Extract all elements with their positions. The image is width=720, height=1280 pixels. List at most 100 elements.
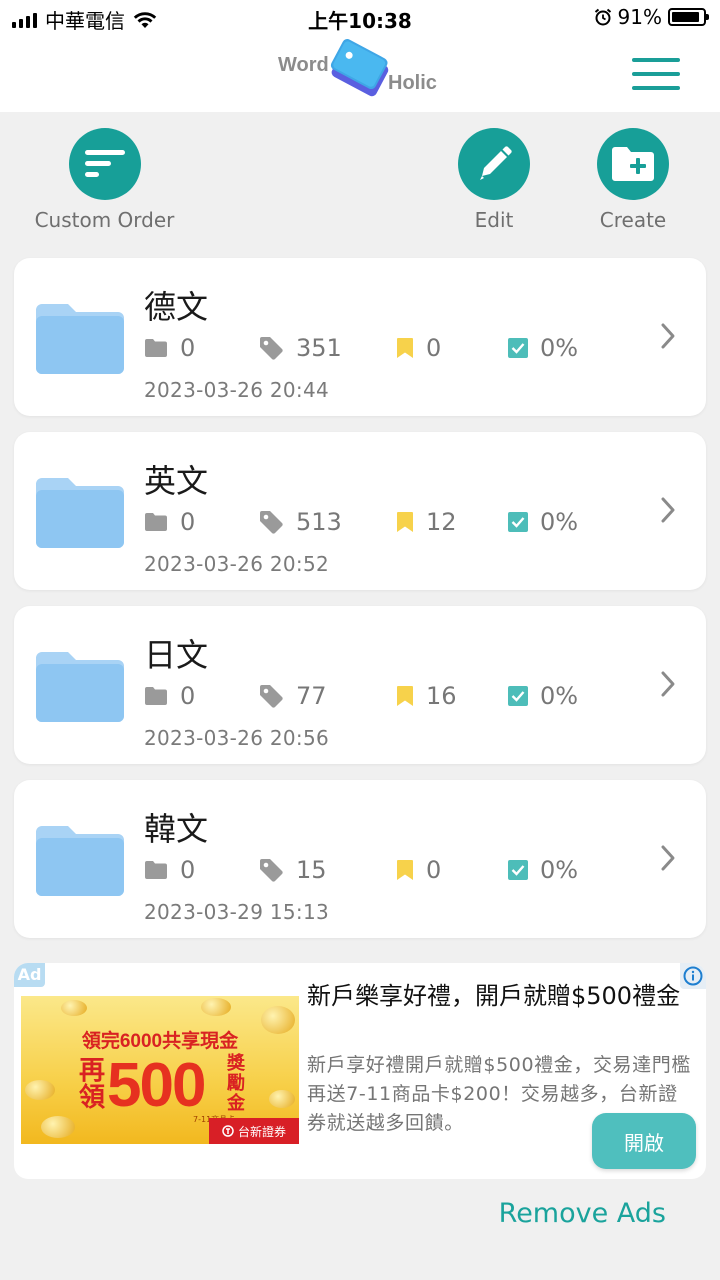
folder-date: 2023-03-26 20:56 (144, 726, 330, 750)
tag-icon (260, 859, 283, 882)
ad-open-button[interactable]: 開啟 (592, 1113, 696, 1169)
battery-icon (668, 8, 709, 26)
subfolder-count: 0 (144, 334, 195, 362)
folder-title: 韓文 (144, 810, 209, 848)
create-folder-icon (597, 128, 669, 200)
chevron-right-icon[interactable] (660, 670, 676, 698)
app-logo: Word Holic (278, 38, 444, 110)
logo-holic-text: Holic (388, 72, 437, 94)
progress-stat: 0% (508, 508, 578, 536)
tag-logo-icon (330, 39, 389, 97)
folder-small-icon (145, 687, 167, 705)
tag-icon (260, 511, 283, 534)
checkbox-icon (508, 860, 528, 880)
word-count-value: 77 (296, 682, 327, 710)
status-right: 91% (594, 5, 709, 29)
bookmark-count-value: 0 (426, 334, 442, 362)
subfolder-count-value: 0 (180, 856, 196, 884)
subfolder-count: 0 (144, 682, 195, 710)
ad-headline[interactable]: 新戶樂享好禮，開戶就贈$500禮金 (307, 979, 687, 1013)
progress-value: 0% (540, 334, 579, 362)
folder-date: 2023-03-29 15:13 (144, 900, 330, 924)
bookmark-count-value: 12 (426, 508, 457, 536)
checkbox-icon (508, 512, 528, 532)
ad-banner-image[interactable]: 領完6000共享現金 再領 500 獎勵金 7-11商品卡 台新證券 (21, 996, 299, 1144)
word-count: 513 (258, 508, 342, 536)
bookmark-icon (397, 860, 413, 880)
banner-brand: 台新證券 (209, 1118, 299, 1144)
sort-icon (68, 128, 141, 200)
folder-small-icon (145, 339, 167, 357)
progress-stat: 0% (508, 334, 578, 362)
remove-ads-link[interactable]: Remove Ads (499, 1198, 666, 1229)
bookmark-count-value: 0 (426, 856, 442, 884)
subfolder-count-value: 0 (180, 334, 196, 362)
chevron-right-icon[interactable] (660, 496, 676, 524)
checkbox-icon (508, 338, 528, 358)
bookmark-count: 16 (396, 682, 457, 710)
ad-badge: Ad (14, 963, 45, 987)
banner-brand-text: 台新證券 (237, 1124, 286, 1139)
folder-card[interactable]: 日文 0 77 16 0% 2023-03-26 20:56 (14, 606, 706, 764)
subfolder-count-value: 0 (180, 508, 196, 536)
folder-icon (36, 826, 124, 896)
edit-button[interactable]: Edit (456, 128, 532, 232)
folder-card[interactable]: 韓文 0 15 0 0% 2023-03-29 15:13 (14, 780, 706, 938)
folder-icon (36, 478, 124, 548)
bookmark-icon (397, 686, 413, 706)
tag-icon (260, 685, 283, 708)
subfolder-count-value: 0 (180, 682, 196, 710)
custom-order-label: Custom Order (34, 208, 175, 232)
folder-icon (36, 304, 124, 374)
logo-word-text: Word (278, 54, 329, 76)
brand-logo-icon (222, 1125, 234, 1137)
folder-date: 2023-03-26 20:44 (144, 378, 330, 402)
word-count-value: 15 (296, 856, 327, 884)
folder-title: 日文 (144, 636, 209, 674)
banner-zai-text: 再領 (78, 1056, 105, 1113)
bookmark-count: 0 (396, 856, 441, 884)
app-header: Word Holic (0, 36, 720, 112)
word-count: 351 (258, 334, 342, 362)
folder-title: 英文 (144, 462, 209, 500)
folder-small-icon (145, 513, 167, 531)
progress-value: 0% (540, 682, 579, 710)
progress-value: 0% (540, 856, 579, 884)
action-bar: Custom Order Edit Create (0, 112, 720, 252)
folder-card[interactable]: 英文 0 513 12 0% 2023-03-26 20:52 (14, 432, 706, 590)
folder-card[interactable]: 德文 0 351 0 0% 2023-03-26 20:44 (14, 258, 706, 416)
word-count-value: 351 (296, 334, 342, 362)
folder-small-icon (145, 861, 167, 879)
banner-reward-text: 獎勵金 (227, 1053, 245, 1114)
status-bar: 中華電信 上午10:38 91% (0, 0, 720, 36)
ad-card[interactable]: Ad 領完6000共享現金 再領 500 獎勵金 7-11商品卡 台新證券 新戶… (14, 963, 706, 1179)
progress-stat: 0% (508, 856, 578, 884)
chevron-right-icon[interactable] (660, 322, 676, 350)
bookmark-icon (397, 512, 413, 532)
word-count: 15 (258, 856, 327, 884)
hamburger-menu-icon[interactable] (632, 58, 680, 90)
word-count-value: 513 (296, 508, 342, 536)
chevron-right-icon[interactable] (660, 844, 676, 872)
subfolder-count: 0 (144, 508, 195, 536)
battery-percent: 91% (617, 5, 662, 29)
alarm-icon (594, 8, 611, 26)
progress-value: 0% (540, 508, 579, 536)
tag-icon (260, 337, 283, 360)
subfolder-count: 0 (144, 856, 195, 884)
folder-date: 2023-03-26 20:52 (144, 552, 330, 576)
word-count: 77 (258, 682, 327, 710)
progress-stat: 0% (508, 682, 578, 710)
create-button[interactable]: Create (592, 128, 674, 232)
folder-icon (36, 652, 124, 722)
bookmark-count: 12 (396, 508, 457, 536)
folder-title: 德文 (144, 288, 209, 326)
banner-headline: 領完6000共享現金 (81, 1031, 239, 1052)
banner-amount: 500 (107, 1051, 206, 1120)
checkbox-icon (508, 686, 528, 706)
pencil-icon (458, 128, 530, 200)
bookmark-icon (397, 338, 413, 358)
edit-label: Edit (474, 208, 514, 232)
custom-order-button[interactable]: Custom Order (32, 128, 177, 232)
bookmark-count-value: 16 (426, 682, 457, 710)
